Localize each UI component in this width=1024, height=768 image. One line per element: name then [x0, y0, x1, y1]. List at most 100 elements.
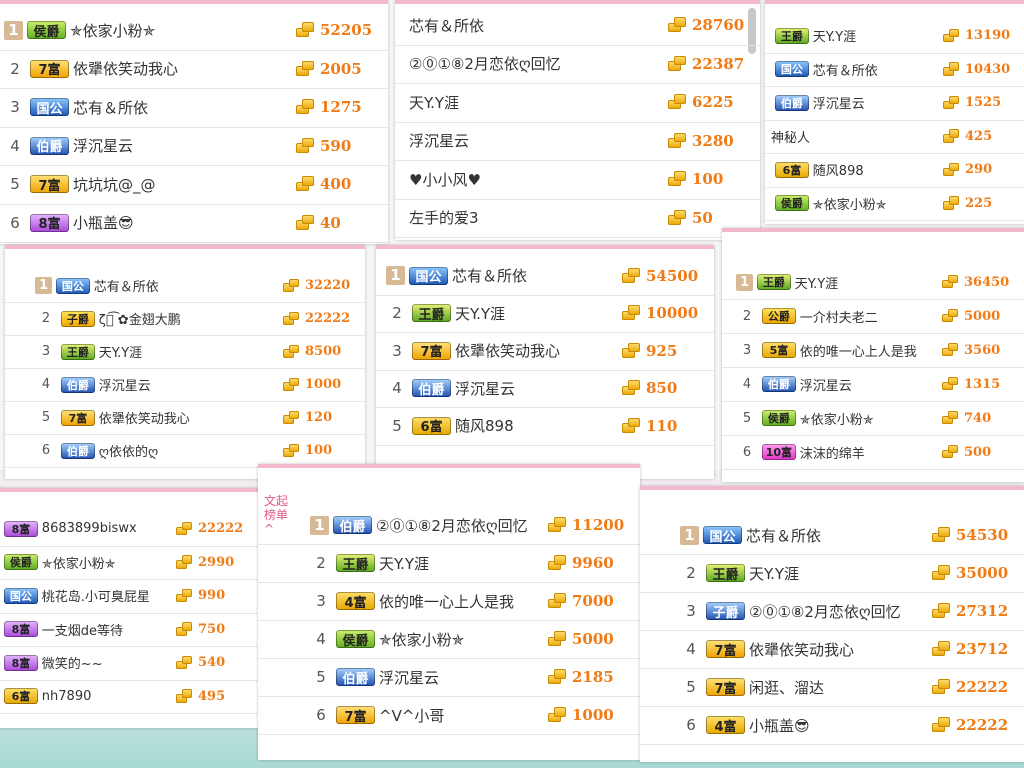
user-name[interactable]: 浮沉星云: [409, 130, 668, 151]
leaderboard-row[interactable]: 4 伯爵 浮沉星云 590: [0, 127, 388, 166]
leaderboard-row[interactable]: 4 7富 依犟依笑动我心 23712: [640, 630, 1024, 669]
leaderboard-row[interactable]: 5 伯爵 浮沉星云 2185: [258, 658, 640, 697]
user-name[interactable]: 一支烟de等待: [42, 620, 176, 639]
user-name[interactable]: 芯有＆所依: [746, 525, 932, 546]
leaderboard-row[interactable]: 3 王爵 天Y.Y涯 8500: [5, 335, 365, 369]
leaderboard-row[interactable]: 王爵 天Y.Y涯 13190: [765, 19, 1024, 54]
leaderboard-row[interactable]: 侯爵 ✯依家小粉✯ 2990: [0, 546, 258, 580]
user-name[interactable]: ^V^小哥: [379, 705, 548, 726]
leaderboard-row[interactable]: 6 10富 沫沫的绵羊 500: [722, 435, 1024, 470]
user-name[interactable]: 闲逛、溜达: [749, 677, 932, 698]
user-name[interactable]: ✯依家小粉✯: [42, 553, 176, 572]
leaderboard-row[interactable]: 5 7富 坑坑坑@_@ 400: [0, 165, 388, 205]
leaderboard-row[interactable]: 6富 nh7890 495: [0, 680, 258, 714]
user-name[interactable]: 依犟依笑动我心: [455, 340, 622, 361]
user-name[interactable]: 浮沉星云: [813, 93, 943, 112]
leaderboard-row[interactable]: 5 6富 随风898 110: [376, 407, 714, 446]
leaderboard-row[interactable]: 6富 随风898 290: [765, 153, 1024, 188]
user-name[interactable]: ②⓪①⑧2月恋依ღ回忆: [409, 53, 668, 74]
leaderboard-row[interactable]: 6 4富 小瓶盖😎 22222: [640, 706, 1024, 745]
leaderboard-row[interactable]: 1 王爵 天Y.Y涯 36450: [722, 265, 1024, 300]
user-name[interactable]: ζั͡ ✿金翅大鹏: [99, 309, 283, 328]
user-name[interactable]: 芯有＆所依: [94, 276, 283, 295]
leaderboard-row[interactable]: 神秘人 425: [765, 120, 1024, 154]
user-name[interactable]: 天Y.Y涯: [813, 26, 943, 45]
user-name[interactable]: 神秘人: [771, 127, 943, 146]
user-name[interactable]: ✯依家小粉✯: [800, 409, 942, 428]
user-name[interactable]: 依的唯一心上人是我: [379, 591, 548, 612]
leaderboard-row[interactable]: 2 王爵 天Y.Y涯 10000: [376, 295, 714, 333]
user-name[interactable]: 桃花岛.小可臭屁星: [42, 586, 176, 605]
user-name[interactable]: 随风898: [455, 415, 622, 436]
leaderboard-row[interactable]: 4 伯爵 浮沉星云 1000: [5, 368, 365, 402]
user-name[interactable]: ②⓪①⑧2月恋依ღ回忆: [376, 515, 548, 536]
leaderboard-row[interactable]: 5 7富 依犟依笑动我心 120: [5, 401, 365, 435]
user-name[interactable]: 天Y.Y涯: [379, 553, 548, 574]
user-name[interactable]: 微笑的~~: [42, 653, 176, 672]
leaderboard-row[interactable]: 4 伯爵 浮沉星云 1315: [722, 367, 1024, 402]
user-name[interactable]: 芯有＆所依: [73, 97, 296, 118]
user-name[interactable]: ✯依家小粉✯: [70, 20, 296, 41]
leaderboard-row[interactable]: 6 伯爵 ღ依依的ღ 100: [5, 434, 365, 468]
user-name[interactable]: 沫沫的绵羊: [800, 443, 942, 462]
leaderboard-row[interactable]: 5 侯爵 ✯依家小粉✯ 740: [722, 401, 1024, 436]
leaderboard-row[interactable]: ♥小小风♥ 100: [395, 160, 760, 200]
user-name[interactable]: ♥小小风♥: [409, 169, 668, 190]
user-name[interactable]: 天Y.Y涯: [409, 92, 668, 113]
user-name[interactable]: 坑坑坑@_@: [73, 174, 296, 195]
leaderboard-row[interactable]: ②⓪①⑧2月恋依ღ回忆 22387: [395, 45, 760, 84]
user-name[interactable]: 天Y.Y涯: [749, 563, 932, 584]
leaderboard-row[interactable]: 2 王爵 天Y.Y涯 9960: [258, 544, 640, 583]
user-name[interactable]: 天Y.Y涯: [795, 273, 942, 292]
leaderboard-row[interactable]: 3 4富 依的唯一心上人是我 7000: [258, 582, 640, 621]
leaderboard-row[interactable]: 4 伯爵 浮沉星云 850: [376, 370, 714, 408]
leaderboard-row[interactable]: 6 8富 小瓶盖😎 40: [0, 204, 388, 243]
leaderboard-row[interactable]: 8富 一支烟de等待 750: [0, 613, 258, 647]
user-name[interactable]: 小瓶盖😎: [73, 212, 296, 233]
leaderboard-row[interactable]: 国公 芯有＆所依 10430: [765, 53, 1024, 87]
leaderboard-row[interactable]: 3 国公 芯有＆所依 1275: [0, 88, 388, 128]
user-name[interactable]: 小瓶盖😎: [749, 715, 932, 736]
user-name[interactable]: 依的唯一心上人是我: [800, 341, 942, 360]
user-name[interactable]: 芯有＆所依: [409, 15, 668, 36]
user-name[interactable]: 浮沉星云: [379, 667, 548, 688]
leaderboard-row[interactable]: 4 侯爵 ✯依家小粉✯ 5000: [258, 620, 640, 659]
user-name[interactable]: 依犟依笑动我心: [99, 408, 283, 427]
user-name[interactable]: 浮沉星云: [73, 135, 296, 156]
leaderboard-row[interactable]: 1 国公 芯有＆所依 32220: [5, 269, 365, 303]
leaderboard-row[interactable]: 1 国公 芯有＆所依 54500: [376, 257, 714, 296]
user-name[interactable]: ✯依家小粉✯: [813, 194, 943, 213]
leaderboard-row[interactable]: 1 侯爵 ✯依家小粉✯ 52205: [0, 11, 388, 51]
user-name[interactable]: ②⓪①⑧2月恋依ღ回忆: [749, 601, 932, 622]
leaderboard-row[interactable]: 3 7富 依犟依笑动我心 925: [376, 332, 714, 371]
user-name[interactable]: ღ依依的ღ: [99, 441, 283, 460]
user-name[interactable]: 浮沉星云: [800, 375, 942, 394]
leaderboard-row[interactable]: 浮沉星云 3280: [395, 122, 760, 161]
user-name[interactable]: nh7890: [42, 689, 176, 704]
user-name[interactable]: 天Y.Y涯: [455, 303, 622, 324]
leaderboard-row[interactable]: 侯爵 ✯依家小粉✯ 225: [765, 187, 1024, 221]
user-name[interactable]: 随风898: [813, 160, 943, 179]
leaderboard-row[interactable]: 8富 微笑的~~ 540: [0, 646, 258, 681]
user-name[interactable]: 8683899biswx: [42, 521, 176, 536]
user-name[interactable]: 天Y.Y涯: [99, 342, 283, 361]
leaderboard-row[interactable]: 2 7富 依犟依笑动我心 2005: [0, 50, 388, 89]
leaderboard-row[interactable]: 1 国公 芯有＆所依 54530: [640, 516, 1024, 555]
user-name[interactable]: 芯有＆所依: [813, 60, 943, 79]
leaderboard-row[interactable]: 2 子爵 ζั͡ ✿金翅大鹏 22222: [5, 302, 365, 336]
user-name[interactable]: ✯依家小粉✯: [379, 629, 548, 650]
user-name[interactable]: 芯有＆所依: [452, 265, 622, 286]
leaderboard-row[interactable]: 2 公爵 一介村夫老二 5000: [722, 299, 1024, 334]
user-name[interactable]: 浮沉星云: [99, 375, 283, 394]
leaderboard-row[interactable]: 国公 桃花岛.小可臭屁星 990: [0, 579, 258, 614]
leaderboard-row[interactable]: 左手的爱3 50: [395, 199, 760, 238]
leaderboard-row[interactable]: 6 7富 ^V^小哥 1000: [258, 696, 640, 735]
leaderboard-row[interactable]: 3 5富 依的唯一心上人是我 3560: [722, 333, 1024, 368]
user-name[interactable]: 依犟依笑动我心: [749, 639, 932, 660]
leaderboard-row[interactable]: 8富 8683899biswx 22222: [0, 512, 258, 547]
user-name[interactable]: 浮沉星云: [455, 378, 622, 399]
leaderboard-row[interactable]: 芯有＆所依 28760: [395, 6, 760, 46]
user-name[interactable]: 左手的爱3: [409, 207, 668, 228]
leaderboard-row[interactable]: 3 子爵 ②⓪①⑧2月恋依ღ回忆 27312: [640, 592, 1024, 631]
user-name[interactable]: 一介村夫老二: [800, 307, 942, 326]
